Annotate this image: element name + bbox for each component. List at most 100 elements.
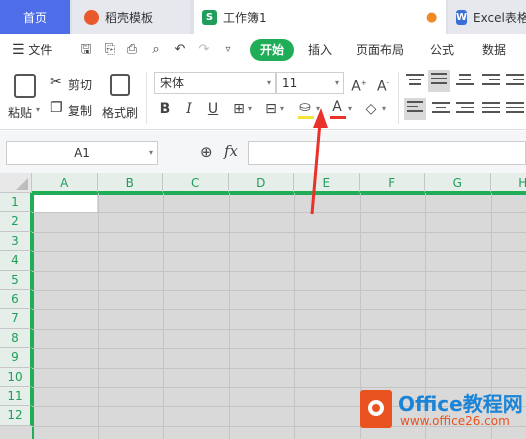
indent-increase-icon[interactable]: [506, 74, 524, 88]
column-header-e[interactable]: E: [294, 173, 360, 193]
tab-home[interactable]: 首页: [0, 0, 70, 34]
name-box[interactable]: A1 ▾: [6, 141, 158, 165]
font-color-icon: A: [332, 99, 342, 115]
row-header-2[interactable]: 2: [0, 212, 32, 232]
copy-icon: ❐: [50, 100, 63, 116]
fill-color-button[interactable]: ⛀: [296, 98, 318, 120]
tab-home-label: 首页: [22, 10, 47, 25]
select-all-corner[interactable]: [0, 173, 32, 193]
menu-bar: ☰ 文件 🖫 ⎘ ⎙ ⌕ ↶ ↷ ▿ 开始 插入 页面布局 公式 数据: [0, 34, 526, 66]
tab-data[interactable]: 数据: [482, 34, 506, 66]
paste-button[interactable]: 粘贴 ▾: [8, 72, 46, 124]
tab-start[interactable]: 开始: [250, 39, 294, 61]
merge-cells-icon[interactable]: ⊟: [262, 100, 280, 118]
word-icon: W: [456, 9, 468, 25]
row-header-11[interactable]: 11: [0, 387, 32, 407]
row-header-5[interactable]: 5: [0, 270, 32, 290]
grid-hline: [32, 290, 526, 291]
grid-vline: [97, 193, 99, 439]
copy-button[interactable]: ❐ 复制: [50, 100, 96, 118]
save-icon[interactable]: 🖫: [78, 42, 94, 58]
chevron-down-icon[interactable]: ▾: [248, 104, 252, 113]
column-header-d[interactable]: D: [228, 173, 294, 193]
tab-workbook1[interactable]: S 工作簿1 ●: [194, 0, 446, 34]
insert-function-button[interactable]: fx: [224, 142, 238, 160]
column-header-h[interactable]: H: [490, 173, 526, 193]
column-header-c[interactable]: C: [163, 173, 229, 193]
grid-hline: [32, 367, 526, 369]
zoom-search-icon[interactable]: ⊕: [200, 143, 213, 161]
tab-formula[interactable]: 公式: [430, 34, 454, 66]
font-color-swatch: [330, 116, 346, 119]
font-color-button[interactable]: A: [328, 98, 348, 120]
format-painter-button[interactable]: 格式刷: [100, 72, 142, 124]
row-header-10[interactable]: 10: [0, 367, 32, 387]
chevron-down-icon[interactable]: ▾: [348, 104, 352, 113]
column-header-b[interactable]: B: [97, 173, 163, 193]
chevron-down-icon[interactable]: ▾: [316, 104, 320, 113]
toolbar-divider: [398, 72, 399, 124]
tab-insert[interactable]: 插入: [308, 34, 332, 66]
row-header-9[interactable]: 9: [0, 348, 32, 368]
bold-button[interactable]: B: [156, 100, 174, 118]
print-preview-icon[interactable]: ⌕: [148, 42, 164, 58]
tab-page-layout[interactable]: 页面布局: [356, 34, 404, 66]
align-right-icon[interactable]: [456, 102, 474, 116]
tab-docer-label: 稻壳模板: [105, 10, 154, 25]
column-header-a[interactable]: A: [32, 173, 98, 193]
formula-bar: A1 ▾ ⊕ fx: [0, 131, 526, 173]
column-header-f[interactable]: F: [359, 173, 425, 193]
font-name-select[interactable]: 宋体 ▾: [154, 72, 276, 94]
underline-button[interactable]: U: [204, 100, 222, 118]
borders-icon[interactable]: ⊞: [230, 100, 248, 118]
row-header-3[interactable]: 3: [0, 231, 32, 252]
file-menu[interactable]: ☰ 文件: [12, 34, 52, 66]
docer-icon: [84, 9, 99, 25]
align-bottom-icon[interactable]: [456, 74, 474, 88]
justify-icon[interactable]: [482, 102, 500, 116]
row-header-6[interactable]: 6: [0, 290, 32, 310]
grid-hline: [32, 309, 526, 311]
undo-icon[interactable]: ↶: [172, 42, 188, 58]
column-header-g[interactable]: G: [425, 173, 491, 193]
unsaved-dot-icon: ●: [426, 10, 438, 25]
chevron-down-icon[interactable]: ▾: [382, 104, 386, 113]
italic-button[interactable]: I: [180, 100, 198, 118]
tab-excel-doc[interactable]: W Excel表格: [448, 0, 526, 34]
brush-icon: [110, 74, 130, 96]
align-left-icon[interactable]: [404, 98, 426, 120]
customize-dropdown-icon[interactable]: ▿: [220, 42, 236, 58]
formula-input[interactable]: [248, 141, 526, 165]
align-middle-icon[interactable]: [428, 70, 450, 92]
row-header-8[interactable]: 8: [0, 328, 32, 349]
tab-excel-label: Excel表格: [473, 10, 526, 25]
decrease-font-icon[interactable]: A-: [374, 74, 392, 95]
row-header-4[interactable]: 4: [0, 251, 32, 271]
row-header-1[interactable]: 1: [0, 193, 32, 213]
file-menu-label: 文件: [28, 43, 53, 57]
tab-docer-templates[interactable]: 稻壳模板: [72, 0, 190, 34]
format-painter-label: 格式刷: [102, 106, 139, 120]
scissors-icon: ✂: [50, 74, 62, 90]
redo-icon[interactable]: ↷: [196, 42, 212, 58]
cut-label: 剪切: [68, 78, 93, 92]
increase-font-icon[interactable]: A+: [350, 74, 368, 95]
font-size-select[interactable]: 11 ▾: [276, 72, 344, 94]
watermark-url: www.office26.com: [400, 414, 510, 428]
tab-workbook-label: 工作簿1: [223, 10, 267, 25]
cut-button[interactable]: ✂ 剪切: [50, 74, 96, 92]
copy-label: 复制: [68, 104, 93, 118]
print-icon[interactable]: ⎙: [124, 42, 140, 58]
eraser-icon[interactable]: ◇: [362, 100, 380, 118]
chevron-down-icon[interactable]: ▾: [280, 104, 284, 113]
align-center-icon[interactable]: [432, 102, 450, 116]
indent-decrease-icon[interactable]: [482, 74, 500, 88]
toolbar-divider: [146, 72, 147, 124]
align-top-icon[interactable]: [406, 74, 424, 88]
tab-bar: 首页 稻壳模板 S 工作簿1 ● W Excel表格: [0, 0, 526, 34]
export-pdf-icon[interactable]: ⎘: [102, 42, 118, 58]
row-header-7[interactable]: 7: [0, 309, 32, 329]
row-header-12[interactable]: 12: [0, 406, 32, 426]
grid-hline: [32, 212, 526, 214]
distributed-align-icon[interactable]: [506, 102, 524, 116]
